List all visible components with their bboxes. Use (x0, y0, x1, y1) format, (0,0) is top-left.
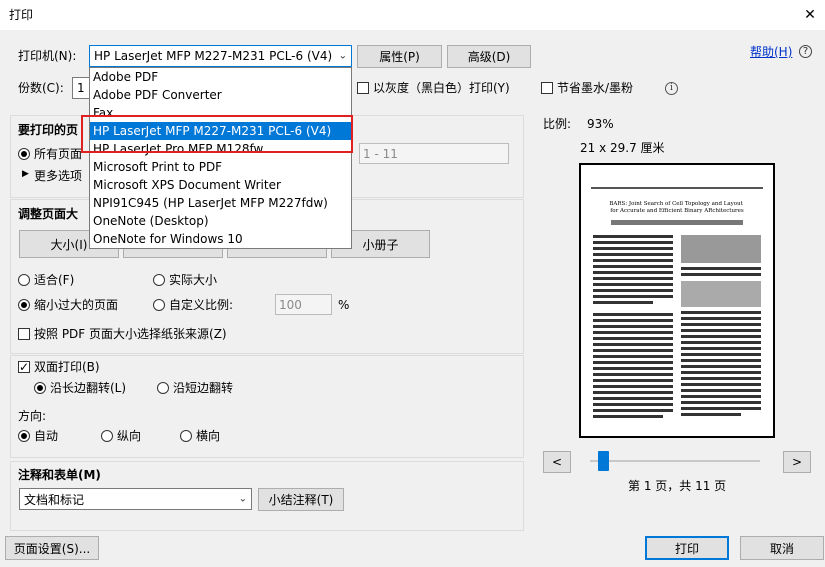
grayscale-checkbox[interactable] (357, 82, 369, 94)
close-icon[interactable]: ✕ (801, 6, 819, 24)
help-link[interactable]: 帮助(H) (750, 46, 792, 58)
printer-option[interactable]: Adobe PDF Converter (90, 86, 351, 104)
scale-unit: % (338, 298, 350, 312)
landscape-radio[interactable] (180, 430, 192, 442)
landscape-label: 横向 (196, 429, 221, 443)
grayscale-label: 以灰度（黑白色）打印(Y) (373, 81, 510, 95)
long-edge-label: 沿长边翻转(L) (50, 381, 127, 395)
preview-title-line2: for Accurate and Efficient Binary ARchit… (610, 208, 744, 214)
all-pages-radio[interactable] (18, 148, 30, 160)
page-info: 第 1 页，共 11 页 (628, 479, 727, 493)
page-slider-thumb[interactable] (598, 451, 609, 471)
page-slider-track[interactable] (590, 460, 760, 462)
printer-label: 打印机(N): (18, 49, 77, 63)
page-setup-button[interactable]: 页面设置(S)... (5, 536, 99, 560)
save-ink-label: 节省墨水/墨粉 (557, 81, 634, 95)
paper-source-checkbox[interactable] (18, 328, 30, 340)
pages-to-print-title: 要打印的页 (18, 123, 79, 137)
orientation-title: 方向: (18, 409, 47, 423)
highlight-annotation-box (81, 115, 353, 153)
advanced-button[interactable]: 高级(D) (447, 45, 531, 68)
info-icon[interactable]: i (665, 82, 678, 95)
duplex-checkbox[interactable] (18, 359, 30, 375)
printer-option[interactable]: Microsoft Print to PDF (90, 158, 351, 176)
preview-scale-value: 93% (587, 117, 614, 131)
actual-size-label: 实际大小 (169, 273, 218, 287)
short-edge-label: 沿短边翻转 (173, 381, 234, 395)
auto-orientation-radio[interactable] (18, 430, 30, 442)
chevron-down-icon[interactable]: ⌄ (239, 494, 247, 505)
preview-header-rule (591, 187, 763, 189)
fit-radio[interactable] (18, 274, 30, 286)
properties-button[interactable]: 属性(P) (357, 45, 442, 68)
printer-option[interactable]: Microsoft XPS Document Writer (90, 176, 351, 194)
preview-scale-label: 比例: (543, 117, 572, 131)
title-bar (0, 0, 825, 30)
preview-page: BARS: Joint Search of Cell Topology and … (579, 163, 775, 438)
comments-selected-value: 文档和标记 (24, 492, 85, 507)
printer-option[interactable]: Adobe PDF (90, 68, 351, 86)
printer-select[interactable]: HP LaserJet MFP M227-M231 PCL-6 (V4) ⌄ (89, 45, 352, 67)
portrait-label: 纵向 (117, 429, 142, 443)
paper-size-label: 21 x 29.7 厘米 (580, 141, 665, 155)
all-pages-label: 所有页面 (34, 147, 83, 161)
printer-dropdown-list: Adobe PDF Adobe PDF Converter Fax HP Las… (89, 67, 352, 249)
page-range-value: 1 - 11 (363, 146, 398, 161)
scale-input[interactable]: 100 (275, 294, 332, 315)
page-sizing-title: 调整页面大 (18, 207, 79, 221)
printer-selected-value: HP LaserJet MFP M227-M231 PCL-6 (V4) (94, 49, 333, 63)
duplex-label: 双面打印(B) (34, 360, 100, 374)
cancel-button[interactable]: 取消 (740, 536, 824, 560)
page-range-input[interactable]: 1 - 11 (359, 143, 509, 164)
long-edge-radio[interactable] (34, 382, 46, 394)
preview-right-column (681, 235, 761, 416)
printer-option[interactable]: NPI91C945 (HP LaserJet MFP M227fdw) (90, 194, 351, 212)
preview-paper-title: BARS: Joint Search of Cell Topology and … (609, 201, 744, 214)
custom-scale-radio[interactable] (153, 299, 165, 311)
window-title: 打印 (9, 8, 34, 22)
printer-option[interactable]: OneNote (Desktop) (90, 212, 351, 230)
help-icon[interactable]: ? (799, 45, 812, 58)
auto-orientation-label: 自动 (34, 429, 59, 443)
copies-value: 1 (77, 81, 85, 95)
portrait-radio[interactable] (101, 430, 113, 442)
copies-label: 份数(C): (18, 81, 64, 95)
save-ink-checkbox[interactable] (541, 82, 553, 94)
comments-select[interactable]: 文档和标记 ⌄ (19, 488, 252, 510)
prev-page-button[interactable]: < (543, 451, 571, 473)
scale-value: 100 (279, 297, 302, 312)
shrink-label: 缩小过大的页面 (34, 298, 119, 312)
expand-triangle-icon[interactable]: ▶ (22, 170, 29, 179)
shrink-radio[interactable] (18, 299, 30, 311)
comments-title: 注释和表单(M) (18, 468, 101, 482)
fit-label: 适合(F) (34, 273, 75, 287)
paper-source-label: 按照 PDF 页面大小选择纸张来源(Z) (34, 327, 227, 341)
preview-authors (611, 220, 743, 225)
preview-page-content: BARS: Joint Search of Cell Topology and … (591, 187, 763, 418)
short-edge-radio[interactable] (157, 382, 169, 394)
summarize-comments-button[interactable]: 小结注释(T) (258, 488, 344, 511)
custom-scale-label: 自定义比例: (169, 298, 234, 312)
preview-left-column (593, 235, 673, 418)
more-options-label[interactable]: 更多选项 (34, 170, 82, 182)
chevron-down-icon[interactable]: ⌄ (339, 51, 347, 62)
preview-title-line1: BARS: Joint Search of Cell Topology and … (609, 201, 743, 207)
printer-option[interactable]: OneNote for Windows 10 (90, 230, 351, 248)
next-page-button[interactable]: > (783, 451, 811, 473)
print-button[interactable]: 打印 (645, 536, 729, 560)
actual-size-radio[interactable] (153, 274, 165, 286)
